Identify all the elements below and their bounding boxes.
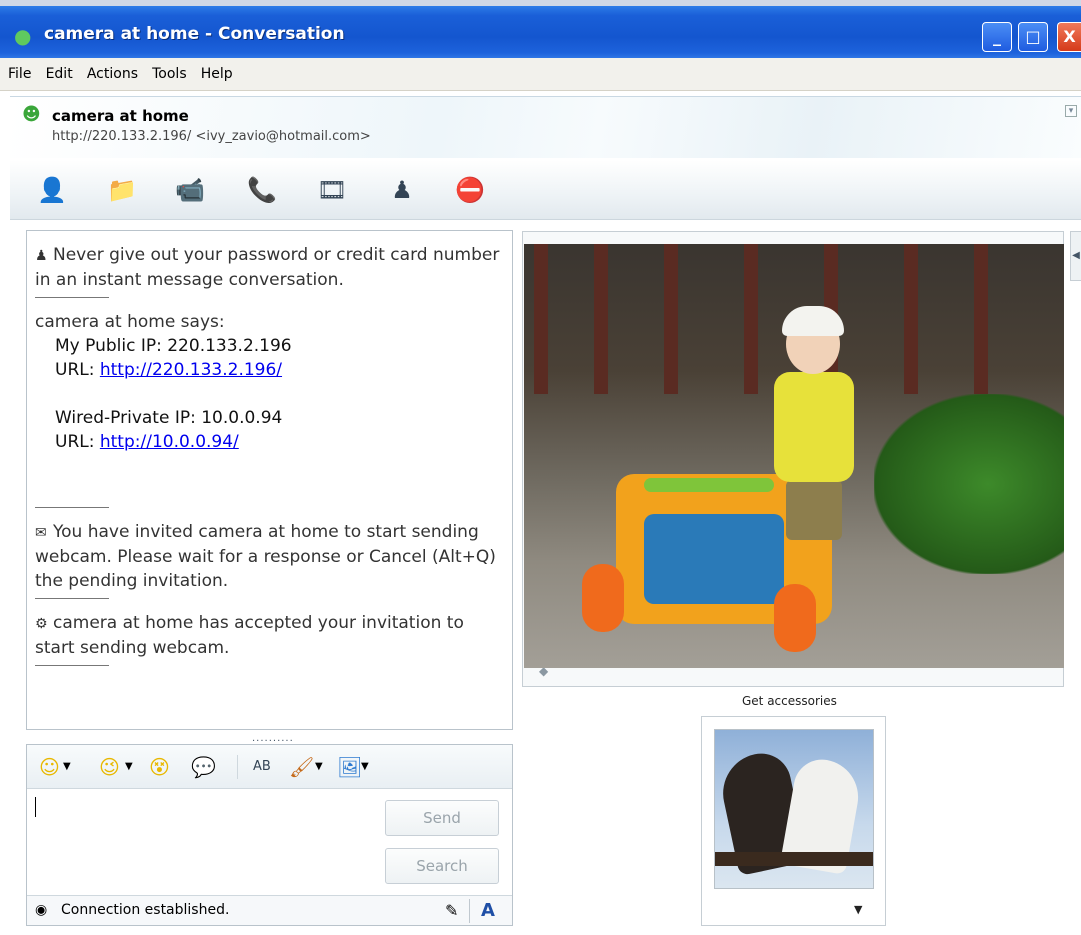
invite-notice-text: You have invited camera at home to start…	[35, 522, 496, 591]
accepted-notice-text: camera at home has accepted your invitat…	[35, 613, 464, 658]
webcam-accepted-icon: ⚙	[35, 616, 48, 632]
accepted-notice: ⚙ camera at home has accepted your invita…	[35, 611, 504, 660]
minimize-button[interactable]: _	[982, 22, 1012, 52]
invite-contact-icon[interactable]: 👤	[32, 170, 72, 210]
status-divider	[469, 899, 470, 923]
nudge-icon[interactable]: 😵	[149, 755, 170, 779]
status-bar: ◉ Connection established. ✎ A	[27, 895, 512, 925]
public-url-link[interactable]: http://220.133.2.196/	[100, 360, 282, 380]
block-contact-icon[interactable]: ⛔	[450, 170, 490, 210]
activities-icon[interactable]: 🎞	[312, 170, 352, 210]
background-icon[interactable]: 🖼	[337, 755, 362, 779]
menu-edit[interactable]: Edit	[41, 58, 78, 90]
url-label: URL:	[55, 432, 100, 452]
messenger-buddy-icon: ●	[14, 24, 32, 48]
conversation-toolbar: 👤 📁 📹 📞 🎞 ♟ ⛔	[10, 160, 1081, 220]
search-button[interactable]: Search	[385, 848, 499, 884]
message-separator	[35, 665, 109, 666]
brush-icon[interactable]: 🖌	[289, 755, 314, 779]
font-icon[interactable]: AB	[253, 759, 271, 774]
wink-icon[interactable]: 😉	[99, 755, 120, 779]
message-sender: camera at home says:	[35, 312, 225, 332]
compose-toolbar: ☺ ▼ 😉 ▼ 😵 💬 AB 🖌 ▼ 🖼 ▼	[27, 745, 512, 789]
chevron-down-icon[interactable]: ▼	[315, 761, 323, 772]
chevron-down-icon[interactable]: ▼	[125, 761, 133, 772]
collapse-header-icon[interactable]: ▾	[1065, 105, 1077, 117]
window-title: camera at home - Conversation	[44, 24, 345, 44]
close-button[interactable]: X	[1057, 22, 1081, 52]
security-warning: ♟ Never give out your password or credit …	[35, 243, 504, 292]
emoticon-icon[interactable]: ☺	[39, 755, 60, 779]
display-picture-panel: ▼	[701, 716, 886, 926]
private-url-link[interactable]: http://10.0.0.94/	[100, 432, 239, 452]
status-text: Connection established.	[61, 902, 230, 918]
security-warning-text: Never give out your password or credit c…	[35, 245, 500, 290]
envelope-icon: ✉	[35, 525, 47, 541]
menu-tools[interactable]: Tools	[147, 58, 192, 90]
menu-help[interactable]: Help	[196, 58, 238, 90]
url-line-2: URL: http://10.0.0.94/	[35, 430, 504, 454]
message-separator	[35, 507, 109, 508]
message-history[interactable]: ♟ Never give out your password or credit …	[26, 230, 513, 730]
webcam-icon[interactable]: 📹	[170, 170, 210, 210]
public-ip-line: My Public IP: 220.133.2.196	[55, 336, 292, 356]
webcam-video	[524, 244, 1064, 668]
contact-address: http://220.133.2.196/ <ivy_zavio@hotmail…	[52, 129, 371, 144]
pane-splitter[interactable]: ..........	[252, 733, 294, 744]
url-label: URL:	[55, 360, 100, 380]
message-separator	[35, 598, 109, 599]
menu-bar: File Edit Actions Tools Help	[0, 58, 1081, 91]
maximize-button[interactable]: □	[1018, 22, 1048, 52]
toolbar-divider	[237, 755, 238, 779]
contact-warning-icon: ♟	[35, 248, 48, 264]
title-bar: ● camera at home - Conversation _ □ X	[0, 0, 1081, 58]
message-separator	[35, 297, 109, 298]
private-ip-line: Wired-Private IP: 10.0.0.94	[55, 408, 283, 428]
get-accessories-link[interactable]: Get accessories	[742, 694, 837, 708]
display-picture[interactable]	[714, 729, 874, 889]
font-style-icon[interactable]: A	[481, 896, 495, 925]
games-icon[interactable]: ♟	[382, 170, 422, 210]
chevron-down-icon[interactable]: ▼	[854, 903, 862, 916]
contact-name: camera at home	[52, 107, 189, 125]
send-button[interactable]: Send	[385, 800, 499, 836]
connection-icon: ◉	[35, 902, 48, 918]
voice-clip-icon[interactable]: 💬	[191, 755, 216, 779]
menu-actions[interactable]: Actions	[82, 58, 143, 90]
side-panel-toggle[interactable]: ◀	[1070, 231, 1081, 281]
chevron-down-icon[interactable]: ▼	[361, 761, 369, 772]
handwriting-icon[interactable]: ✎	[445, 896, 458, 925]
chevron-down-icon[interactable]: ▼	[63, 761, 71, 772]
url-line-1: URL: http://220.133.2.196/	[35, 358, 504, 382]
phone-icon[interactable]: 📞	[242, 170, 282, 210]
send-files-icon[interactable]: 📁	[102, 170, 142, 210]
contact-online-icon: ☻	[22, 104, 41, 125]
invite-notice: ✉ You have invited camera at home to star…	[35, 520, 504, 593]
contact-header: ☻ camera at home http://220.133.2.196/ <…	[10, 96, 1081, 158]
menu-file[interactable]: File	[0, 58, 36, 90]
text-caret	[35, 797, 36, 817]
compose-area: ☺ ▼ 😉 ▼ 😵 💬 AB 🖌 ▼ 🖼 ▼ Send Search ◉ Con…	[26, 744, 513, 926]
